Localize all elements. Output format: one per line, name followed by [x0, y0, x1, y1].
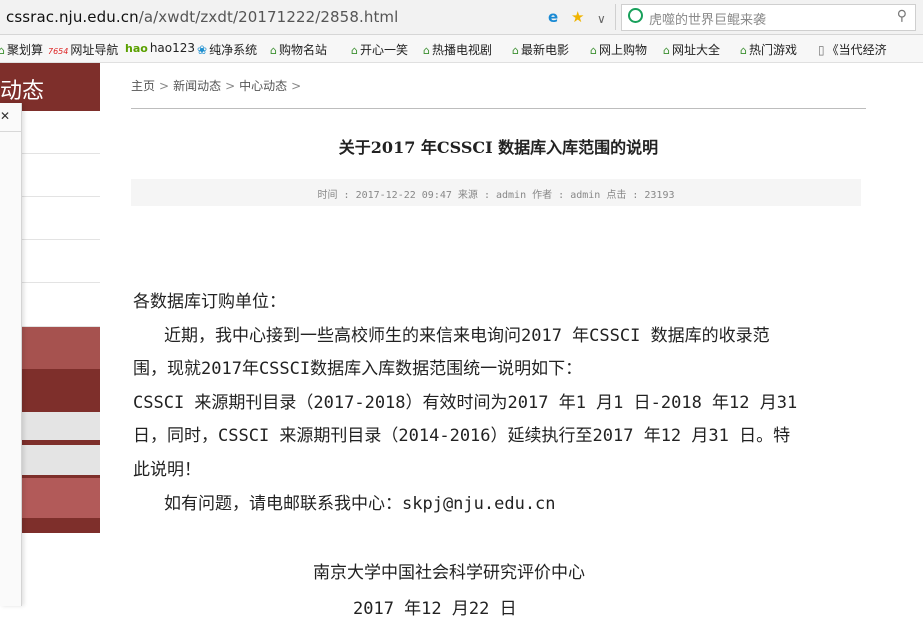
address-bar: cssrac.nju.edu.cn/a/xwdt/zxdt/20171222/2…: [0, 0, 923, 35]
document-icon: ▯: [818, 43, 825, 57]
house-icon: ⌂: [0, 44, 5, 57]
house-icon: ⌂: [740, 44, 747, 57]
chevron-down-icon[interactable]: ∨: [597, 10, 606, 28]
bookmark-item[interactable]: ⌂ 热播电视剧: [423, 41, 492, 58]
sidebar-header-title: 动态: [0, 79, 45, 104]
bookmark-item[interactable]: ⌂ 购物名站: [270, 41, 327, 58]
article-meta: 时间 : 2017-12-22 09:47 来源 : admin 作者 : ad…: [317, 190, 675, 201]
body-paragraph: 围，现就2017年CSSCI数据库入库数据范围统一说明如下：: [133, 359, 583, 380]
bookmark-item[interactable]: ❀ 纯净系统: [197, 41, 257, 58]
leaf-icon: ❀: [197, 43, 208, 57]
url-field[interactable]: cssrac.nju.edu.cn/a/xwdt/zxdt/20171222/2…: [6, 8, 398, 26]
divider: [131, 108, 866, 109]
bookmark-item[interactable]: ⌂ 聚划算: [0, 41, 43, 58]
7654-icon: 7654: [48, 47, 69, 56]
breadcrumb-home-link[interactable]: 主页: [131, 79, 155, 93]
article-body: 各数据库订购单位： 近期，我中心接到一些高校师生的来信来电询问2017 年CSS…: [133, 286, 873, 521]
body-paragraph: 近期，我中心接到一些高校师生的来信来电询问2017 年CSSCI 数据库的收录范: [164, 325, 770, 346]
divider: [0, 131, 21, 132]
chevron-right-icon: >: [159, 79, 170, 93]
bookmark-item[interactable]: hao hao123: [125, 41, 195, 55]
house-icon: ⌂: [423, 44, 430, 57]
close-icon[interactable]: ✕: [0, 109, 10, 123]
body-paragraph: 如有问题，请电邮联系我中心：skpj@nju.edu.cn: [164, 493, 556, 514]
search-input[interactable]: 虎噬的世界巨鲲来袭 ⚲: [621, 4, 916, 31]
breadcrumb: 主页 > 新闻动态 > 中心动态 >: [131, 77, 305, 94]
body-paragraph: 日，同时，CSSCI 来源期刊目录（2014-2016）延续执行至2017 年1…: [133, 426, 791, 447]
bookmark-item[interactable]: ⌂ 开心一笑: [351, 41, 408, 58]
bookmark-item[interactable]: ⌂ 热门游戏: [740, 41, 797, 58]
bookmarks-bar: ⌂ 聚划算 7654 网址导航 hao hao123 ❀ 纯净系统 ⌂ 购物名站 ⌂ 开心一…: [0, 35, 923, 63]
house-icon: ⌂: [351, 44, 358, 57]
body-paragraph: 此说明！: [133, 459, 201, 480]
article-meta-bar: 时间 : 2017-12-22 09:47 来源 : admin 作者 : ad…: [131, 179, 861, 206]
house-icon: ⌂: [270, 44, 277, 57]
breadcrumb-news-link[interactable]: 新闻动态: [173, 79, 221, 93]
signature-date: 2017 年12 月22 日: [353, 599, 517, 619]
ie-compat-icon[interactable]: e: [548, 8, 558, 26]
signature-organization: 南京大学中国社会科学研究评价中心: [313, 563, 585, 583]
search-placeholder: 虎噬的世界巨鲲来袭: [649, 13, 767, 28]
chevron-right-icon: >: [225, 79, 236, 93]
breadcrumb-center-link[interactable]: 中心动态: [239, 79, 287, 93]
hao-icon: hao: [125, 42, 148, 55]
bookmark-item[interactable]: 7654 网址导航: [48, 41, 118, 58]
house-icon: ⌂: [663, 44, 670, 57]
house-icon: ⌂: [512, 44, 519, 57]
favorite-star-icon[interactable]: ★: [571, 8, 584, 26]
bookmark-item[interactable]: ⌂ 网址大全: [663, 41, 720, 58]
body-paragraph: CSSCI 来源期刊目录（2017-2018）有效时间为2017 年1 月1 日…: [133, 392, 798, 413]
house-icon: ⌂: [590, 44, 597, 57]
divider: [615, 4, 616, 30]
bookmark-item[interactable]: ⌂ 最新电影: [512, 41, 569, 58]
body-paragraph: 各数据库订购单位：: [133, 292, 286, 312]
bookmark-item[interactable]: ▯ 《当代经济: [818, 41, 887, 58]
search-icon[interactable]: ⚲: [897, 8, 907, 24]
article-title: 关于2017 年CSSCI 数据库入库范围的说明: [338, 138, 659, 157]
bookmark-item[interactable]: ⌂ 网上购物: [590, 41, 647, 58]
chevron-right-icon: >: [291, 79, 302, 93]
search-engine-icon: [628, 8, 643, 23]
floating-panel: ✕: [0, 103, 22, 606]
